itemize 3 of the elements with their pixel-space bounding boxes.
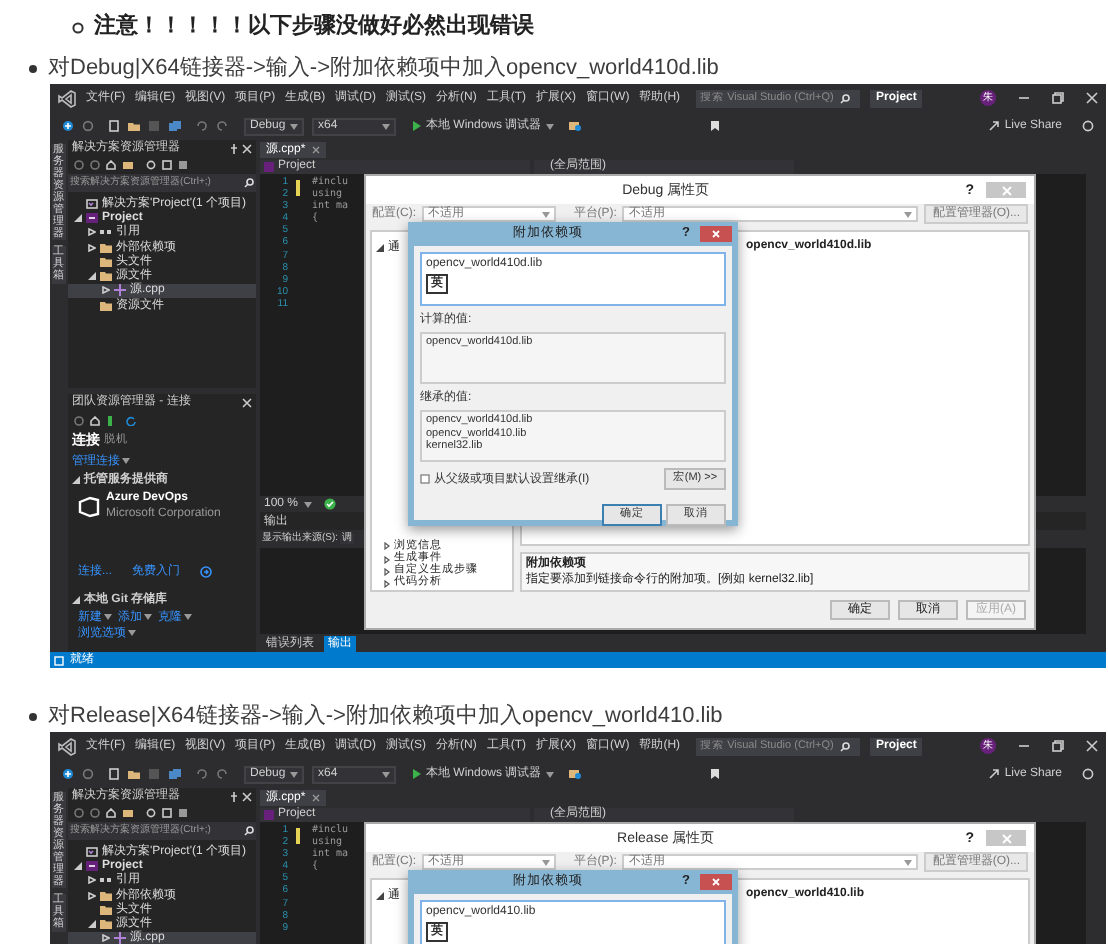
step-text: 对Release|X64链接器->输入->附加依赖项中加入opencv_world410.lib	[48, 701, 723, 732]
note-text: 注意！！！！！以下步骤没做好必然出现错误	[94, 16, 534, 38]
step-text: 对Debug|X64链接器->输入->附加依赖项中加入opencv_world410d.lib	[48, 53, 719, 84]
